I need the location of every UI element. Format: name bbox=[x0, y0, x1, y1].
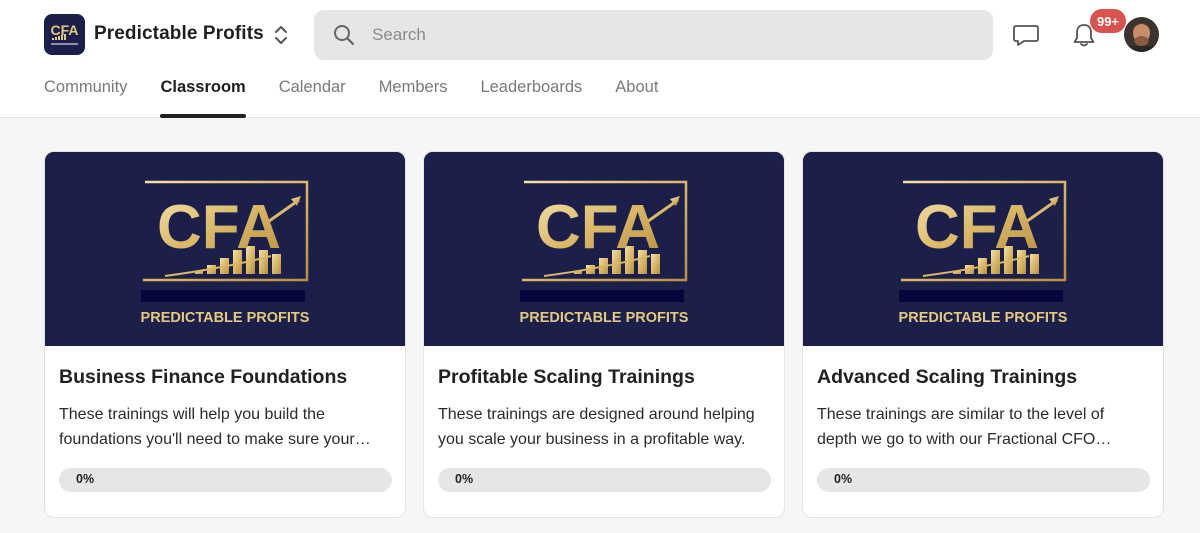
group-logo[interactable]: CFA bbox=[44, 14, 85, 55]
course-cover-image: CFA PREDICTABLE PROFITS bbox=[45, 152, 405, 346]
course-title: Business Finance Foundations bbox=[59, 366, 348, 388]
tab-community[interactable]: Community bbox=[44, 66, 127, 118]
progress-label: 0% bbox=[76, 472, 95, 486]
tab-bar: Community Classroom Calendar Members Lea… bbox=[44, 66, 691, 118]
tab-about[interactable]: About bbox=[615, 66, 658, 118]
avatar[interactable] bbox=[1124, 17, 1159, 52]
cover-caption-text: PREDICTABLE PROFITS bbox=[899, 310, 1068, 326]
chat-bubble-icon[interactable] bbox=[1011, 21, 1041, 49]
notification-badge[interactable]: 99+ bbox=[1090, 9, 1126, 33]
user-avatar-image bbox=[1124, 17, 1159, 52]
course-cover-image: CFA PREDICTABLE PROFITS bbox=[424, 152, 784, 346]
search-bar[interactable] bbox=[314, 10, 993, 60]
logo-underline-bar bbox=[520, 290, 684, 302]
course-title: Advanced Scaling Trainings bbox=[817, 366, 1078, 388]
course-description: These trainings are designed around help… bbox=[438, 406, 755, 448]
cfa-cover-logo: CFA PREDICTABLE PROFITS bbox=[424, 152, 784, 346]
tab-classroom[interactable]: Classroom bbox=[160, 66, 247, 118]
cover-logo-text: CFA bbox=[536, 193, 660, 262]
progress-label: 0% bbox=[455, 472, 474, 486]
course-description: These trainings will help you build the … bbox=[59, 406, 355, 448]
course-card[interactable]: CFA PREDICTABLE PROFITS Advanced Scaling … bbox=[802, 151, 1164, 518]
cover-caption-text: PREDICTABLE PROFITS bbox=[141, 310, 310, 326]
tab-calendar[interactable]: Calendar bbox=[279, 66, 346, 118]
course-progress-bar: 0% bbox=[59, 468, 392, 492]
search-input[interactable] bbox=[372, 22, 972, 48]
course-progress-bar: 0% bbox=[817, 468, 1150, 492]
cover-logo-text: CFA bbox=[157, 193, 281, 262]
group-switcher-button[interactable] bbox=[270, 22, 292, 48]
logo-underline-bar bbox=[899, 290, 1063, 302]
course-card[interactable]: CFA PREDICTABLE PROFITS Profitable Scalin… bbox=[423, 151, 785, 518]
course-title: Profitable Scaling Trainings bbox=[438, 366, 695, 388]
tab-members[interactable]: Members bbox=[379, 66, 448, 118]
search-icon bbox=[334, 25, 355, 46]
course-description: These trainings are similar to the level… bbox=[817, 406, 1105, 448]
cover-logo-text: CFA bbox=[915, 193, 1039, 262]
logo-underline-bar bbox=[141, 290, 305, 302]
tab-leaderboards[interactable]: Leaderboards bbox=[480, 66, 582, 118]
cfa-cover-logo: CFA PREDICTABLE PROFITS bbox=[803, 152, 1163, 346]
cover-caption-text: PREDICTABLE PROFITS bbox=[520, 310, 689, 326]
course-progress-bar: 0% bbox=[438, 468, 771, 492]
progress-label: 0% bbox=[834, 472, 853, 486]
cfa-cover-logo: CFA PREDICTABLE PROFITS bbox=[45, 152, 405, 346]
chevron-up-down-icon bbox=[275, 26, 287, 44]
course-cover-image: CFA PREDICTABLE PROFITS bbox=[803, 152, 1163, 346]
top-header: CFA Predictable Profits 99+ bbox=[0, 0, 1200, 118]
course-card[interactable]: CFA PREDICTABLE PROFITS Business Finance … bbox=[44, 151, 406, 518]
group-name[interactable]: Predictable Profits bbox=[94, 23, 264, 45]
cfa-logo-mark: CFA bbox=[51, 22, 79, 45]
